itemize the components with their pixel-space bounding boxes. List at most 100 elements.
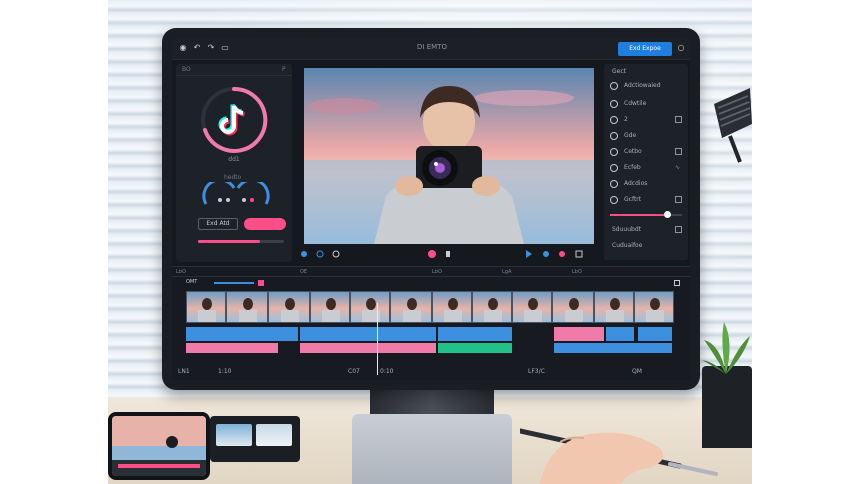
video-clip-thumbnail[interactable] — [594, 291, 634, 323]
left-panel-header: BO P — [176, 64, 292, 76]
clip-figure — [366, 298, 376, 310]
video-clip-thumbnail[interactable] — [432, 291, 472, 323]
thumbnail — [216, 424, 252, 446]
clip-figure — [326, 298, 336, 310]
marker-icon[interactable] — [258, 280, 264, 286]
ruler-mark: OE — [300, 269, 308, 275]
monitor-stand-base — [352, 414, 512, 484]
export-button[interactable]: Exd Expoe — [618, 42, 672, 56]
clip-figure-body — [198, 310, 216, 322]
footer-time: 0:10 — [380, 368, 394, 375]
slider-knob[interactable] — [664, 211, 671, 218]
phone-screen — [112, 416, 206, 476]
video-clip-thumbnail[interactable] — [186, 291, 226, 323]
checkbox[interactable] — [675, 196, 682, 203]
timeline-toolbar: OMT — [178, 279, 684, 287]
slider-fill — [610, 214, 667, 216]
audio-knob[interactable] — [200, 182, 272, 210]
video-clip-thumbnail[interactable] — [350, 291, 390, 323]
property-row[interactable]: 2 — [608, 114, 686, 126]
property-row[interactable]: Cdwtile — [608, 98, 686, 110]
property-row[interactable]: Gcftrt — [608, 194, 686, 206]
checkbox[interactable] — [675, 148, 682, 155]
clip-figure-body — [565, 310, 583, 322]
clip-figure-body — [403, 310, 421, 322]
clip-figure — [285, 298, 295, 310]
property-row[interactable]: Cuduaifoe — [608, 240, 686, 252]
property-row[interactable]: Gde — [608, 130, 686, 142]
timeline[interactable]: LbO OE LbO LgA LbO OMT LN1 1:10 C07 0:10… — [172, 266, 690, 380]
clip-figure — [243, 298, 253, 310]
left-tab-0[interactable]: BO — [182, 66, 191, 73]
knob-label: hedto — [224, 174, 242, 181]
property-row[interactable]: Cetbo — [608, 146, 686, 158]
app-top-bar: ◉ ↶ ↷ ▭ DI EMTO Exd Expoe ○ — [172, 38, 690, 60]
property-label: Adctiowaied — [624, 82, 661, 89]
ruler-mark: LbO — [572, 269, 582, 275]
clip-figure — [407, 298, 417, 310]
checkbox[interactable] — [675, 226, 682, 233]
waveform-icon — [610, 180, 618, 188]
video-preview[interactable] — [304, 68, 594, 244]
property-label: Sduuubdt — [612, 226, 641, 233]
save-icon[interactable]: ▭ — [220, 43, 230, 53]
panel-title: Gect — [612, 68, 626, 75]
property-row[interactable]: Adctiowaied — [608, 80, 686, 92]
property-label: Cetbo — [624, 148, 642, 155]
checkbox[interactable] — [675, 116, 682, 123]
video-clip-thumbnail[interactable] — [512, 291, 552, 323]
undo-icon[interactable]: ↶ — [192, 43, 202, 53]
smartphone — [108, 412, 210, 480]
redo-icon[interactable]: ↷ — [206, 43, 216, 53]
clip-figure — [448, 298, 458, 310]
close-icon[interactable]: ○ — [676, 43, 686, 53]
circle-icon — [610, 132, 618, 140]
property-label: Adcdios — [624, 180, 648, 187]
property-row[interactable]: Sduuubdt — [608, 224, 686, 236]
settings-icon — [610, 82, 618, 90]
footer-time: 1:10 — [218, 368, 232, 375]
clip-figure-body — [524, 310, 542, 322]
video-clip-thumbnail[interactable] — [472, 291, 512, 323]
expand-icon[interactable] — [674, 280, 680, 286]
clip-figure — [488, 298, 498, 310]
video-clip-thumbnail[interactable] — [634, 291, 674, 323]
property-label: Gde — [624, 132, 637, 139]
star-icon — [610, 196, 618, 204]
property-label: 2 — [624, 116, 628, 123]
circle-icon — [610, 116, 618, 124]
app-title: DI EMTO — [417, 43, 447, 51]
menu-icon[interactable]: ◉ — [178, 43, 188, 53]
video-track[interactable] — [186, 291, 674, 323]
property-slider[interactable] — [610, 211, 682, 218]
right-margin — [752, 0, 860, 484]
sliders-icon — [610, 100, 618, 108]
record-button[interactable] — [244, 218, 286, 230]
camera-icon — [610, 148, 618, 156]
add-button[interactable]: Exd Atd — [198, 218, 238, 230]
plant-leaves — [702, 322, 750, 374]
video-clip-thumbnail[interactable] — [390, 291, 432, 323]
desk-lamp — [714, 88, 752, 163]
timeline-footer: LN1 1:10 C07 0:10 LF3/C QM — [172, 365, 690, 379]
video-clip-thumbnail[interactable] — [268, 291, 310, 323]
property-label: Gcftrt — [624, 196, 642, 203]
video-clip-thumbnail[interactable] — [226, 291, 268, 323]
left-tab-1[interactable]: P — [282, 66, 286, 73]
clip-figure — [202, 298, 212, 310]
ruler-mark: LgA — [502, 269, 512, 275]
property-row[interactable]: Adcdios — [608, 178, 686, 190]
footer-label: QM — [632, 368, 642, 375]
left-progress-bar — [198, 240, 284, 243]
clip-figure-body — [444, 310, 462, 322]
property-row[interactable]: Ecfeb ∿ — [608, 162, 686, 174]
audio-track[interactable] — [186, 327, 674, 355]
hand-with-pen — [520, 428, 718, 484]
left-margin — [0, 0, 108, 484]
clip-figure-body — [606, 310, 624, 322]
video-clip-thumbnail[interactable] — [552, 291, 594, 323]
video-clip-thumbnail[interactable] — [310, 291, 350, 323]
thumbnail — [256, 424, 292, 446]
clip-figure — [610, 298, 620, 310]
timeline-zoom-bar[interactable] — [214, 282, 254, 284]
